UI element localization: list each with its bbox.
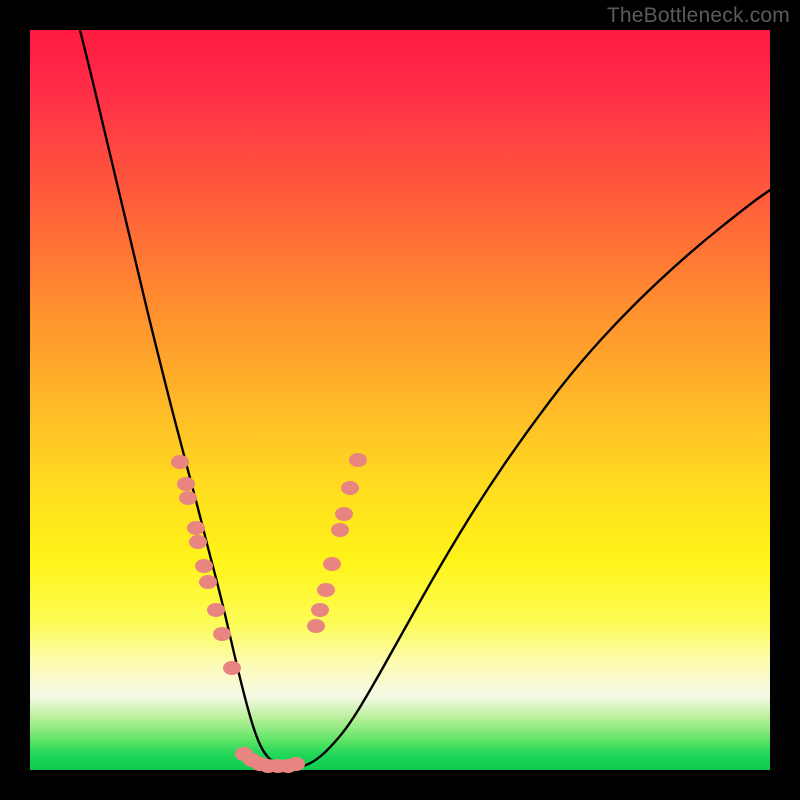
curve-markers xyxy=(171,453,367,773)
bottleneck-curve xyxy=(80,30,770,768)
curve-marker xyxy=(349,453,367,467)
curve-marker xyxy=(335,507,353,521)
curve-marker xyxy=(179,491,197,505)
curve-marker xyxy=(331,523,349,537)
curve-marker xyxy=(323,557,341,571)
curve-marker xyxy=(223,661,241,675)
curve-marker xyxy=(307,619,325,633)
plot-area xyxy=(30,30,770,770)
curve-marker xyxy=(341,481,359,495)
curve-marker xyxy=(177,477,195,491)
curve-marker xyxy=(195,559,213,573)
curve-marker xyxy=(287,757,305,771)
curve-marker xyxy=(199,575,217,589)
curve-marker xyxy=(189,535,207,549)
watermark-text: TheBottleneck.com xyxy=(607,4,790,28)
curve-marker xyxy=(171,455,189,469)
curve-marker xyxy=(213,627,231,641)
curve-marker xyxy=(311,603,329,617)
curve-marker xyxy=(187,521,205,535)
chart-frame: TheBottleneck.com xyxy=(0,0,800,800)
curve-marker xyxy=(207,603,225,617)
curve-marker xyxy=(317,583,335,597)
chart-svg xyxy=(30,30,770,770)
